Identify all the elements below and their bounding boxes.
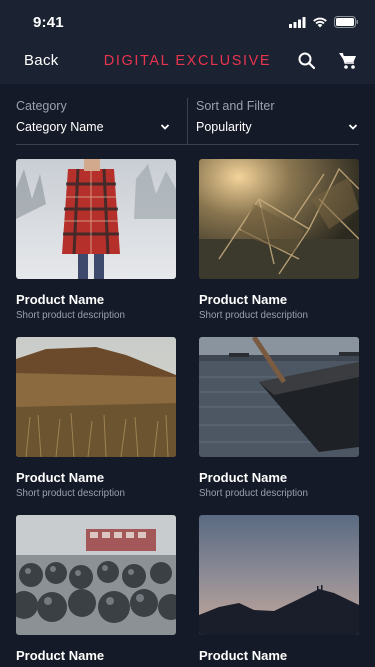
status-time: 9:41 xyxy=(33,14,64,31)
chevron-down-icon xyxy=(348,124,358,130)
chevron-down-icon xyxy=(160,124,170,130)
product-image[interactable] xyxy=(16,159,176,279)
product-image[interactable] xyxy=(16,515,176,635)
product-description: Short product description xyxy=(16,310,125,321)
wifi-icon xyxy=(313,17,327,27)
product-image[interactable] xyxy=(199,337,359,457)
sort-filter-value: Popularity xyxy=(196,120,252,134)
product-name[interactable]: Product Name xyxy=(199,648,287,663)
product-image[interactable] xyxy=(199,159,359,279)
product-name[interactable]: Product Name xyxy=(16,292,104,307)
product-description: Short product description xyxy=(16,488,125,499)
filter-divider xyxy=(187,98,188,144)
page-title: DIGITAL EXCLUSIVE xyxy=(103,53,272,69)
status-icons xyxy=(289,16,359,28)
sort-filter-label: Sort and Filter xyxy=(196,99,275,113)
product-description: Short product description xyxy=(199,488,308,499)
category-value: Category Name xyxy=(16,120,104,134)
signal-icon xyxy=(289,16,306,28)
product-image[interactable] xyxy=(199,515,359,635)
product-name[interactable]: Product Name xyxy=(16,470,104,485)
category-label: Category xyxy=(16,99,67,113)
product-name[interactable]: Product Name xyxy=(199,292,287,307)
product-name[interactable]: Product Name xyxy=(199,470,287,485)
status-bar: 9:41 xyxy=(0,0,375,44)
search-icon[interactable] xyxy=(297,51,317,71)
category-dropdown[interactable]: Category Category Name xyxy=(16,96,176,144)
nav-bar: Back DIGITAL EXCLUSIVE xyxy=(0,44,375,84)
battery-icon xyxy=(334,16,358,28)
cart-icon[interactable] xyxy=(338,51,358,71)
sort-filter-dropdown[interactable]: Sort and Filter Popularity xyxy=(196,96,359,144)
product-image[interactable] xyxy=(16,337,176,457)
product-description: Short product description xyxy=(199,310,308,321)
product-name[interactable]: Product Name xyxy=(16,648,104,663)
filter-bar: Category Category Name Sort and Filter P… xyxy=(16,96,359,145)
